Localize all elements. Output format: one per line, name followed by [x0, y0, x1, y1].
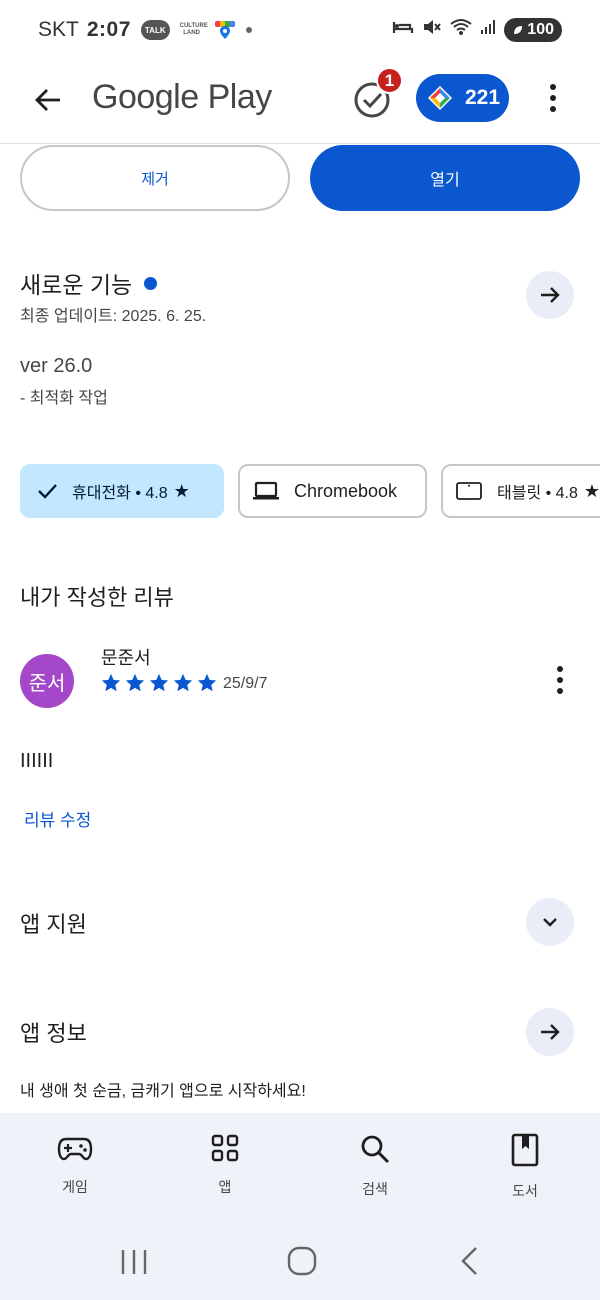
nav-item-apps[interactable]: 앱 — [175, 1133, 275, 1197]
uninstall-button[interactable]: 제거 — [20, 145, 290, 211]
recent-apps-icon — [121, 1250, 147, 1274]
app-title: Google Play — [92, 78, 272, 116]
culture-land-notification-icon: CULTURE LAND — [179, 23, 208, 36]
wifi-icon — [450, 18, 472, 41]
review-date: 25/9/7 — [223, 675, 268, 692]
back-arrow-icon — [35, 89, 60, 111]
battery-level: 100 — [527, 20, 554, 38]
more-vert-dot — [557, 688, 563, 694]
more-vert-dot — [557, 677, 563, 683]
device-chip-chromebook[interactable]: Chromebook — [238, 464, 427, 518]
laptop-icon — [253, 481, 279, 500]
nav-label: 게임 — [62, 1179, 88, 1195]
play-points-button[interactable]: 221 — [416, 74, 509, 122]
map-pin-notification-icon — [214, 19, 236, 41]
system-navigation-bar — [0, 1233, 600, 1300]
more-vert-dot — [550, 106, 556, 112]
recent-apps-button[interactable] — [118, 1247, 150, 1282]
version-text: ver 26.0 — [20, 355, 93, 377]
arrow-right-icon — [541, 1024, 560, 1040]
leaf-icon — [514, 25, 523, 34]
review-text: IIIIII — [20, 750, 54, 772]
device-chip-label: 휴대전화 • 4.8 — [72, 485, 168, 502]
gamepad-icon — [57, 1137, 93, 1161]
signal-icon — [480, 19, 496, 40]
points-count: 221 — [465, 86, 501, 109]
back-chevron-icon — [461, 1247, 477, 1275]
home-icon — [287, 1246, 317, 1276]
status-bar: SKT 2:07 TALK CULTURE LAND 100 — [0, 0, 600, 60]
nav-label: 앱 — [218, 1179, 232, 1195]
battery-indicator: 100 — [504, 17, 562, 42]
more-notifications-dot — [245, 27, 252, 33]
review-more-button[interactable] — [546, 662, 574, 698]
nav-item-games[interactable]: 게임 — [25, 1133, 125, 1197]
nav-item-books[interactable]: 도서 — [475, 1133, 575, 1201]
star-icon — [101, 673, 121, 692]
chevron-down-icon — [543, 918, 557, 927]
star-icon — [197, 673, 217, 692]
search-icon — [361, 1135, 390, 1164]
system-back-button[interactable] — [456, 1245, 484, 1282]
whats-new-header[interactable]: 새로운 기능 — [20, 266, 158, 300]
talk-notification-icon: TALK — [140, 20, 170, 40]
mute-icon — [422, 17, 442, 42]
new-indicator-dot — [144, 276, 158, 290]
tablet-icon — [456, 482, 482, 500]
arrow-right-icon — [541, 287, 560, 303]
device-chip-label: 태블릿 • 4.8 — [497, 485, 578, 502]
home-button[interactable] — [286, 1245, 318, 1282]
more-vert-icon — [557, 666, 563, 672]
app-support-expand-button[interactable] — [526, 898, 574, 946]
check-icon — [38, 484, 57, 499]
star-icon: ★ — [173, 480, 190, 501]
app-description: 내 생애 첫 순금, 금캐기 앱으로 시작하세요! — [20, 1083, 306, 1100]
device-chip-label: Chromebook — [294, 480, 398, 501]
app-bar: Google Play 1 221 — [0, 60, 600, 144]
notification-badge: 1 — [376, 67, 403, 94]
more-options-button[interactable] — [538, 78, 568, 118]
play-points-icon — [428, 86, 452, 110]
sleep-mode-icon — [392, 18, 414, 41]
back-button[interactable] — [28, 80, 68, 120]
nav-label: 도서 — [512, 1183, 538, 1199]
star-icon — [149, 673, 169, 692]
rating-stars — [100, 672, 218, 694]
last-updated-date: 최종 업데이트: 2025. 6. 25. — [20, 308, 207, 325]
my-review-title: 내가 작성한 리뷰 — [20, 585, 174, 610]
apps-grid-icon — [211, 1134, 239, 1162]
release-notes: - 최적화 작업 — [20, 390, 108, 407]
more-vert-dot — [550, 95, 556, 101]
edit-review-link[interactable]: 리뷰 수정 — [24, 806, 91, 831]
device-chip-tablet[interactable]: 태블릿 • 4.8 ★ — [441, 464, 600, 518]
avatar: 준서 — [20, 654, 74, 708]
clock: 2:07 — [86, 18, 131, 41]
app-info-arrow-button[interactable] — [526, 1008, 574, 1056]
more-vert-icon — [550, 84, 556, 90]
nav-label: 검색 — [362, 1181, 388, 1197]
app-info-title[interactable]: 앱 정보 — [20, 1016, 87, 1048]
whats-new-title: 새로운 기능 — [20, 272, 133, 298]
whats-new-arrow-button[interactable] — [526, 271, 574, 319]
star-icon — [173, 673, 193, 692]
star-icon — [125, 673, 145, 692]
device-chip-phone[interactable]: 휴대전화 • 4.8 ★ — [20, 464, 224, 518]
bottom-navigation: 게임 앱 검색 도서 — [0, 1113, 600, 1233]
reviewer-name: 문준서 — [101, 648, 151, 668]
book-icon — [511, 1133, 539, 1167]
carrier-label: SKT — [38, 18, 79, 41]
open-button[interactable]: 열기 — [310, 145, 580, 211]
star-icon: ★ — [583, 480, 600, 501]
nav-item-search[interactable]: 검색 — [325, 1133, 425, 1199]
app-support-title[interactable]: 앱 지원 — [20, 907, 87, 939]
